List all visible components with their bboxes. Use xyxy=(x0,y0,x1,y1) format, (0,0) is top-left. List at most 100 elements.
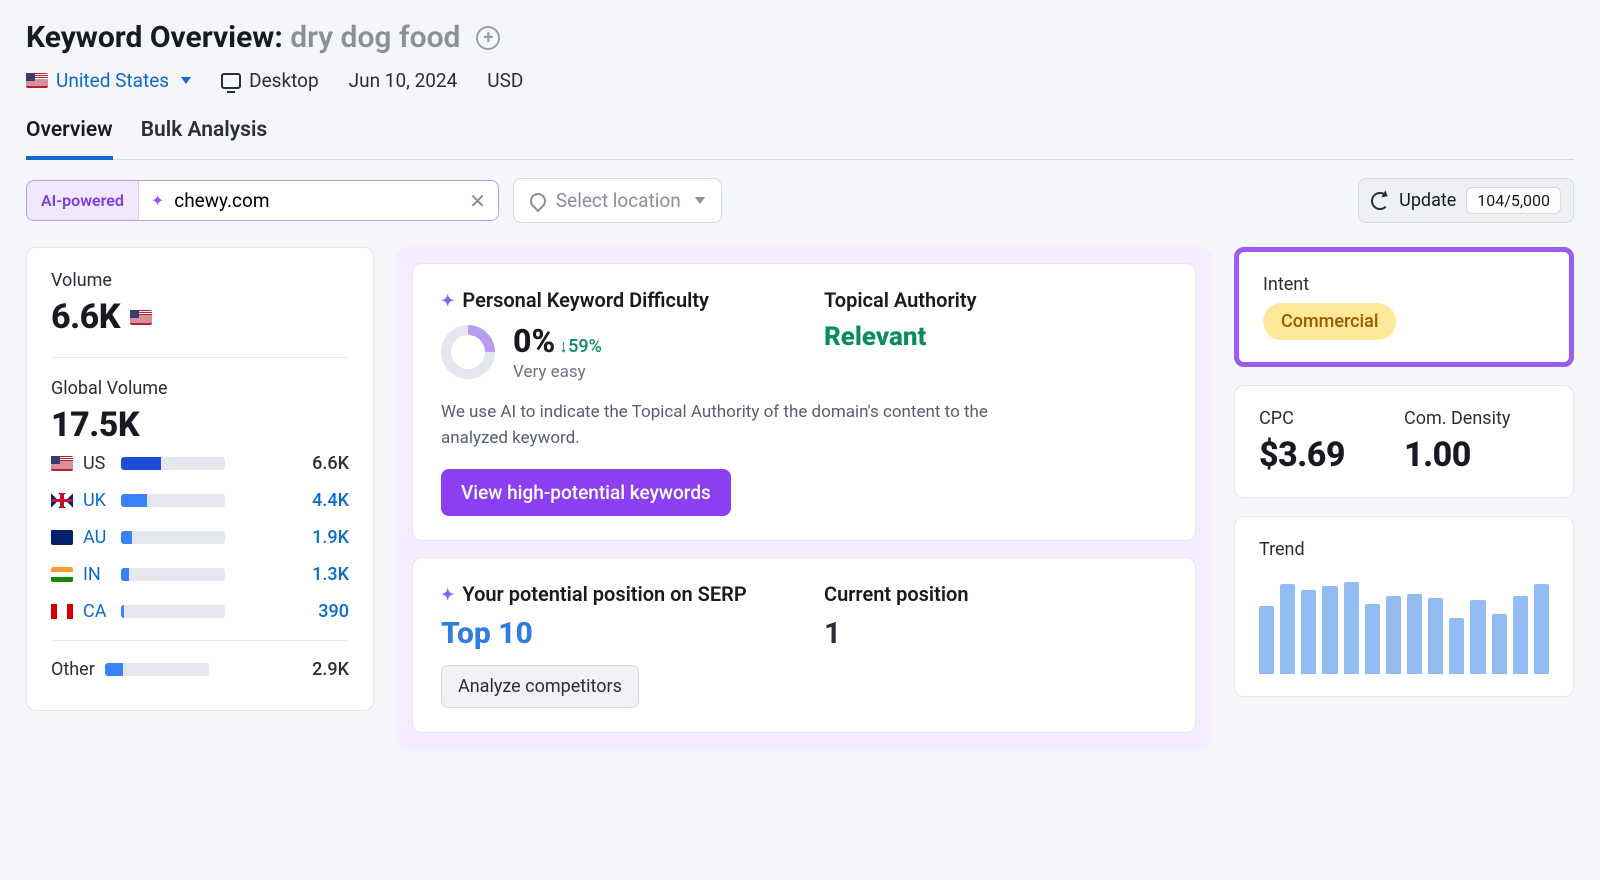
volume-bar xyxy=(121,605,225,618)
country-volume[interactable]: 1.9K xyxy=(312,527,349,548)
other-value: 2.9K xyxy=(312,659,349,680)
country-list: US 6.6K UK 4.4K AU 1.9K IN 1.3K CA 390 xyxy=(51,445,349,630)
trend-label: Trend xyxy=(1259,539,1549,560)
ai-domain-wrapper: AI-powered ✦ ✕ xyxy=(26,180,499,221)
serp-potential-title-text: Your potential position on SERP xyxy=(462,582,746,606)
trend-bar xyxy=(1322,586,1337,674)
ai-section: ✦ Personal Keyword Difficulty 0% ↓59% Ve… xyxy=(396,247,1212,749)
country-volume[interactable]: 390 xyxy=(318,601,349,622)
trend-chart xyxy=(1259,574,1549,674)
trend-bar xyxy=(1386,596,1401,674)
tabs: Overview Bulk Analysis xyxy=(26,118,1574,160)
trend-bar xyxy=(1449,618,1464,674)
pkd-card: ✦ Personal Keyword Difficulty 0% ↓59% Ve… xyxy=(412,263,1196,541)
com-density-value: 1.00 xyxy=(1404,435,1549,475)
country-volume[interactable]: 1.3K xyxy=(312,564,349,585)
other-label: Other xyxy=(51,659,95,680)
flag-us-icon xyxy=(26,73,48,88)
trend-bar xyxy=(1344,582,1359,674)
country-row: US 6.6K xyxy=(51,445,349,482)
device-label: Desktop xyxy=(249,69,319,92)
global-volume-label: Global Volume xyxy=(51,378,349,399)
country-row: IN 1.3K xyxy=(51,556,349,593)
volume-value: 6.6K xyxy=(51,297,349,337)
page-title: Keyword Overview: dry dog food xyxy=(26,20,460,55)
add-keyword-icon[interactable]: + xyxy=(476,26,500,50)
volume-bar xyxy=(121,568,225,581)
sparkle-icon: ✦ xyxy=(441,291,454,310)
trend-bar xyxy=(1259,606,1274,674)
filter-row: AI-powered ✦ ✕ Select location Update 10… xyxy=(26,178,1574,223)
country-row: AU 1.9K xyxy=(51,519,349,556)
current-position-title: Current position xyxy=(824,582,1167,606)
topical-value: Relevant xyxy=(824,322,1167,352)
trend-bar xyxy=(1470,600,1485,674)
flag-uk-icon xyxy=(51,493,73,508)
view-high-potential-button[interactable]: View high-potential keywords xyxy=(441,469,731,516)
pkd-title: ✦ Personal Keyword Difficulty xyxy=(441,288,784,312)
flag-au-icon xyxy=(51,530,73,545)
intent-value: Commercial xyxy=(1263,303,1396,340)
analyze-competitors-button[interactable]: Analyze competitors xyxy=(441,665,639,708)
country-code[interactable]: IN xyxy=(83,564,111,585)
update-button[interactable]: Update 104/5,000 xyxy=(1358,178,1574,223)
pkd-delta: ↓59% xyxy=(559,336,602,357)
country-code[interactable]: UK xyxy=(83,490,111,511)
currency-label: USD xyxy=(487,69,523,92)
trend-bar xyxy=(1513,596,1528,674)
trend-bar xyxy=(1280,584,1295,674)
trend-bar xyxy=(1534,584,1549,674)
domain-input-wrap: ✦ ✕ xyxy=(138,181,498,220)
country-row-other: Other 2.9K xyxy=(51,651,349,688)
domain-input[interactable] xyxy=(174,189,459,212)
tab-bulk-analysis[interactable]: Bulk Analysis xyxy=(141,118,268,159)
country-volume[interactable]: 4.4K xyxy=(312,490,349,511)
country-volume: 6.6K xyxy=(312,453,349,474)
flag-ca-icon xyxy=(51,604,73,619)
country-row: UK 4.4K xyxy=(51,482,349,519)
sparkle-icon: ✦ xyxy=(441,585,454,604)
cpc-label: CPC xyxy=(1259,408,1404,429)
location-selector[interactable]: Select location xyxy=(513,178,722,223)
ai-powered-badge: AI-powered xyxy=(27,181,138,220)
cpc-value: $3.69 xyxy=(1259,435,1404,475)
tab-overview[interactable]: Overview xyxy=(26,118,113,160)
location-pin-icon xyxy=(527,189,550,212)
pkd-sub: Very easy xyxy=(513,362,602,382)
country-code[interactable]: CA xyxy=(83,601,111,622)
chevron-down-icon xyxy=(695,197,705,204)
location-placeholder: Select location xyxy=(556,189,681,212)
clear-domain-icon[interactable]: ✕ xyxy=(469,189,486,213)
trend-bar xyxy=(1428,598,1443,674)
desktop-icon xyxy=(221,73,241,89)
intent-label: Intent xyxy=(1263,274,1545,295)
country-selector[interactable]: United States xyxy=(26,69,191,92)
trend-bar xyxy=(1492,614,1507,674)
global-volume-value: 17.5K xyxy=(51,405,349,445)
pkd-title-text: Personal Keyword Difficulty xyxy=(462,288,709,312)
volume-bar xyxy=(121,494,225,507)
com-density-label: Com. Density xyxy=(1404,408,1549,429)
chevron-down-icon xyxy=(181,77,191,84)
serp-potential-title: ✦ Your potential position on SERP xyxy=(441,582,784,606)
country-code[interactable]: AU xyxy=(83,527,111,548)
intent-card: Intent Commercial xyxy=(1234,247,1574,367)
current-position-value: 1 xyxy=(824,616,1167,651)
country-row: CA 390 xyxy=(51,593,349,630)
volume-card: Volume 6.6K Global Volume 17.5K US 6.6K UK… xyxy=(26,247,374,711)
flag-in-icon xyxy=(51,567,73,582)
sparkle-icon: ✦ xyxy=(151,191,164,210)
flag-us-icon xyxy=(51,456,73,471)
difficulty-donut xyxy=(430,314,506,390)
volume-label: Volume xyxy=(51,270,349,291)
update-label: Update xyxy=(1399,190,1456,211)
ai-description: We use AI to indicate the Topical Author… xyxy=(441,400,1041,451)
volume-number: 6.6K xyxy=(51,297,120,337)
device-indicator: Desktop xyxy=(221,69,319,92)
date-label: Jun 10, 2024 xyxy=(349,69,458,92)
country-code: US xyxy=(83,453,111,474)
keyword-text: dry dog food xyxy=(290,20,460,55)
volume-bar xyxy=(121,531,225,544)
pkd-percent: 0% xyxy=(513,322,555,360)
refresh-icon xyxy=(1371,192,1389,210)
